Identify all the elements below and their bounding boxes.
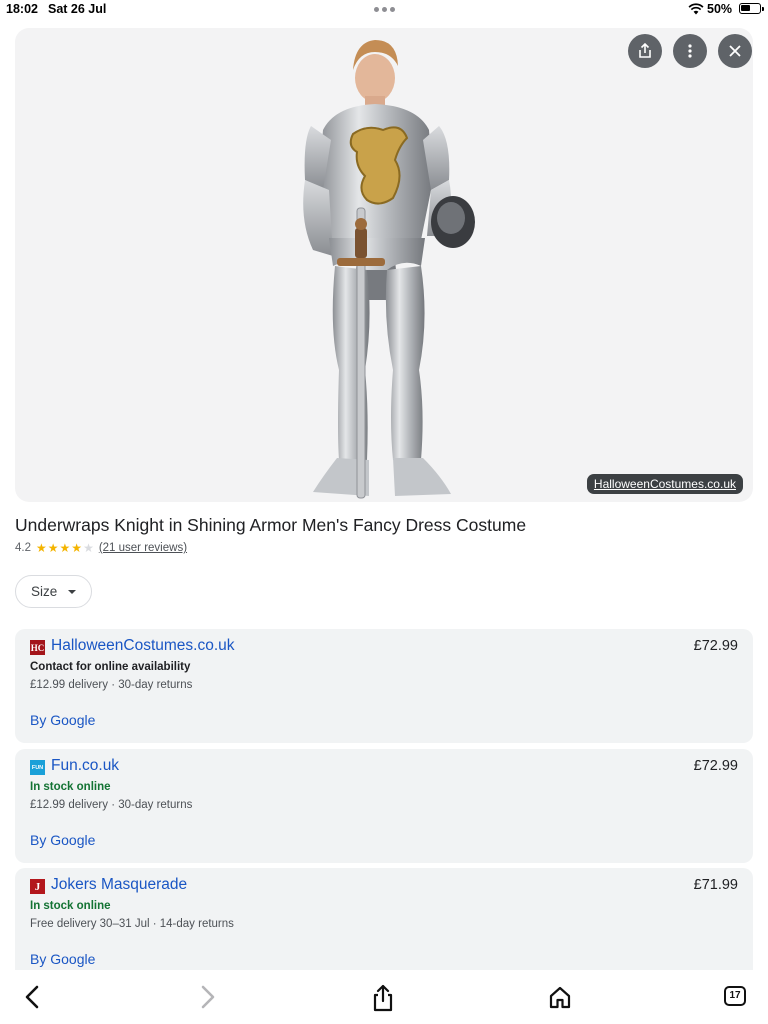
battery-icon <box>739 3 764 14</box>
star-icon: ★ <box>59 541 71 555</box>
tabs-icon[interactable]: 17 <box>724 986 746 1006</box>
close-button[interactable] <box>718 34 752 68</box>
status-bar: 18:02 Sat 26 Jul 50% <box>0 0 768 20</box>
star-icon: ★ <box>71 541 83 555</box>
status-time: 18:02 <box>6 2 38 16</box>
home-icon[interactable] <box>548 984 572 1010</box>
share-icon[interactable] <box>372 984 394 1012</box>
by-google-link[interactable]: By Google <box>30 951 95 967</box>
dropdown-caret-icon <box>68 589 77 594</box>
rating-row: 4.2 ★ ★ ★ ★ ★ (21 user reviews) <box>15 542 187 554</box>
size-filter-chip[interactable]: Size <box>15 575 92 608</box>
availability-text: Contact for online availability <box>30 661 191 673</box>
product-image <box>303 40 475 499</box>
seller-logo-icon: FUN <box>30 760 45 775</box>
offer-card[interactable]: FUN Fun.co.uk £72.99 In stock online £12… <box>15 749 753 863</box>
share-button[interactable] <box>628 34 662 68</box>
product-image-panel[interactable]: HalloweenCostumes.co.uk <box>15 28 753 502</box>
size-filter-label: Size <box>31 584 58 599</box>
availability-text: In stock online <box>30 781 111 793</box>
by-google-link[interactable]: By Google <box>30 832 95 848</box>
seller-logo-icon: HC <box>30 640 45 655</box>
reviews-link[interactable]: (21 user reviews) <box>99 542 187 554</box>
delivery-info: Free delivery 30–31 Jul · 14-day returns <box>30 918 234 930</box>
star-icon: ★ <box>47 541 59 555</box>
delivery-info: £12.99 delivery · 30-day returns <box>30 679 193 691</box>
close-icon <box>729 45 741 57</box>
forward-icon[interactable] <box>198 984 218 1010</box>
offer-price: £71.99 <box>693 877 738 893</box>
star-empty-icon: ★ <box>83 541 94 555</box>
battery-percentage: 50% <box>707 2 733 16</box>
seller-name-link[interactable]: Fun.co.uk <box>51 757 119 775</box>
more-options-button[interactable] <box>673 34 707 68</box>
star-icon: ★ <box>36 541 47 555</box>
image-source-link[interactable]: HalloweenCostumes.co.uk <box>586 474 743 494</box>
by-google-link[interactable]: By Google <box>30 712 95 728</box>
offer-card[interactable]: HC HalloweenCostumes.co.uk £72.99 Contac… <box>15 629 753 743</box>
rating-stars: ★ ★ ★ ★ ★ <box>36 542 94 554</box>
offer-price: £72.99 <box>693 758 738 774</box>
more-vert-icon <box>688 44 692 58</box>
wifi-icon <box>688 3 704 15</box>
seller-name-link[interactable]: HalloweenCostumes.co.uk <box>51 637 235 655</box>
back-icon[interactable] <box>22 984 42 1010</box>
offer-price: £72.99 <box>693 638 738 654</box>
browser-toolbar: 17 <box>0 970 768 1024</box>
seller-logo-icon: J <box>30 879 45 894</box>
availability-text: In stock online <box>30 900 111 912</box>
multitasking-dots-icon[interactable] <box>374 7 395 12</box>
product-title: Underwraps Knight in Shining Armor Men's… <box>15 515 527 535</box>
share-icon <box>639 43 651 58</box>
offer-card[interactable]: J Jokers Masquerade £71.99 In stock onli… <box>15 868 753 982</box>
rating-value: 4.2 <box>15 542 31 554</box>
status-date: Sat 26 Jul <box>48 2 107 16</box>
delivery-info: £12.99 delivery · 30-day returns <box>30 799 193 811</box>
seller-name-link[interactable]: Jokers Masquerade <box>51 876 187 894</box>
